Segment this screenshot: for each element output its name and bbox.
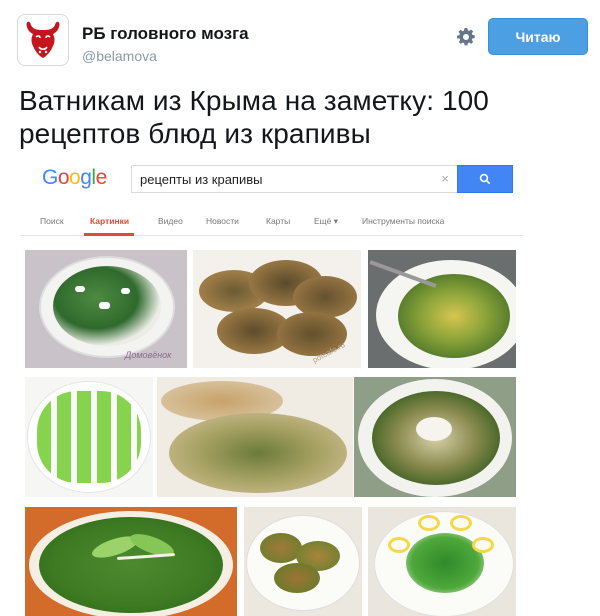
user-handle[interactable]: @belamova — [82, 48, 157, 64]
google-tabs: Поиск Картинки Видео Новости Карты Ещё ▾… — [20, 206, 523, 236]
logo-letter-o2: o — [69, 166, 81, 189]
result-image-2: potcafe.ru — [193, 250, 361, 368]
result-image-5 — [157, 377, 353, 497]
tab-images: Картинки — [90, 216, 130, 226]
result-image-9 — [368, 507, 516, 616]
logo-letter-o1: o — [57, 166, 70, 189]
tab-maps: Карты — [266, 216, 291, 226]
tab-tools: Инструменты поиска — [362, 216, 445, 226]
tweet-text: Ватникам из Крыма на заметку: 100 рецепт… — [19, 85, 489, 149]
tweet-image[interactable]: Google рецепты из крапивы × Поиск Картин… — [20, 158, 523, 616]
result-image-3 — [368, 250, 516, 368]
search-query: рецепты из крапивы — [140, 172, 263, 187]
watermark-1: Домовёнок — [125, 350, 172, 360]
search-icon — [479, 173, 491, 185]
result-image-4 — [25, 377, 153, 497]
bison-logo-icon — [26, 21, 60, 59]
result-image-7 — [25, 507, 237, 616]
gear-icon[interactable] — [454, 25, 478, 49]
active-tab-underline — [84, 233, 134, 236]
tab-video: Видео — [158, 216, 183, 226]
tab-news: Новости — [206, 216, 239, 226]
tab-more: Ещё ▾ — [314, 216, 339, 226]
avatar[interactable] — [17, 14, 69, 66]
search-input: рецепты из крапивы × — [131, 165, 457, 193]
follow-button[interactable]: Читаю — [488, 18, 588, 55]
result-image-8 — [244, 507, 362, 616]
tab-search: Поиск — [40, 216, 64, 226]
search-button — [457, 165, 513, 193]
google-logo: Google — [42, 166, 107, 190]
logo-letter-e: e — [95, 166, 108, 189]
result-image-1: Домовёнок — [25, 250, 187, 368]
user-name[interactable]: РБ головного мозга — [82, 24, 249, 44]
logo-letter-g2: g — [80, 166, 92, 189]
result-image-6 — [354, 377, 516, 497]
logo-letter-g: G — [42, 166, 58, 189]
close-icon: × — [441, 171, 449, 186]
